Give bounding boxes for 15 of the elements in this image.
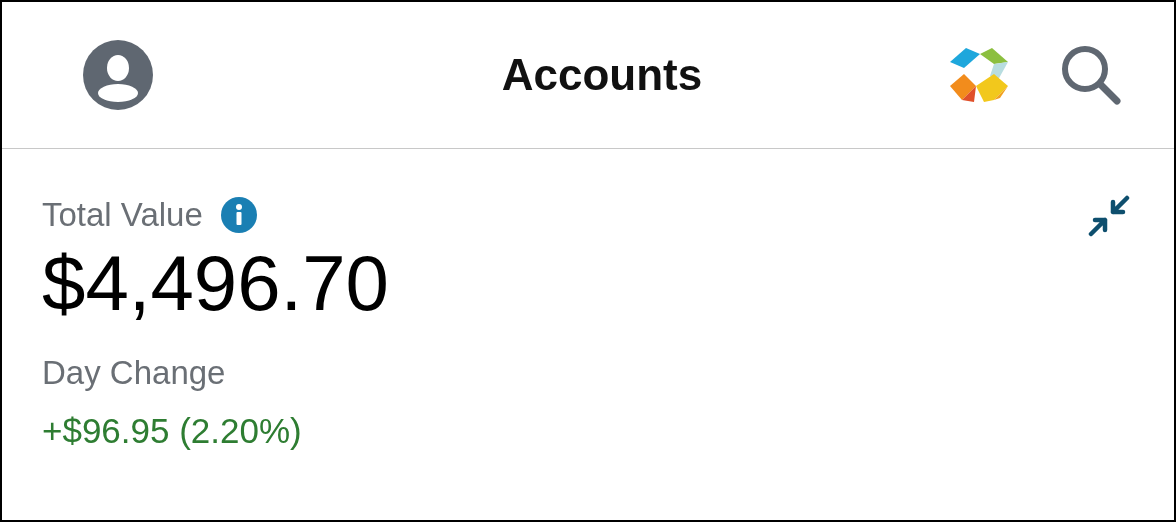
info-button[interactable] bbox=[220, 197, 257, 233]
avatar-icon bbox=[82, 39, 154, 111]
collapse-button[interactable] bbox=[1088, 195, 1130, 237]
total-value: $4,496.70 bbox=[42, 238, 389, 329]
logo-button[interactable] bbox=[950, 46, 1010, 104]
search-icon bbox=[1060, 44, 1122, 106]
logo-icon bbox=[950, 46, 1010, 104]
total-value-label: Total Value bbox=[42, 195, 203, 235]
info-icon bbox=[220, 197, 257, 233]
day-change-label: Day Change bbox=[42, 353, 227, 393]
profile-button[interactable] bbox=[82, 39, 154, 111]
screen-title: Accounts bbox=[501, 50, 703, 100]
day-change-value: +$96.95 (2.20%) bbox=[42, 410, 303, 452]
search-button[interactable] bbox=[1060, 44, 1122, 106]
collapse-icon bbox=[1088, 195, 1130, 237]
